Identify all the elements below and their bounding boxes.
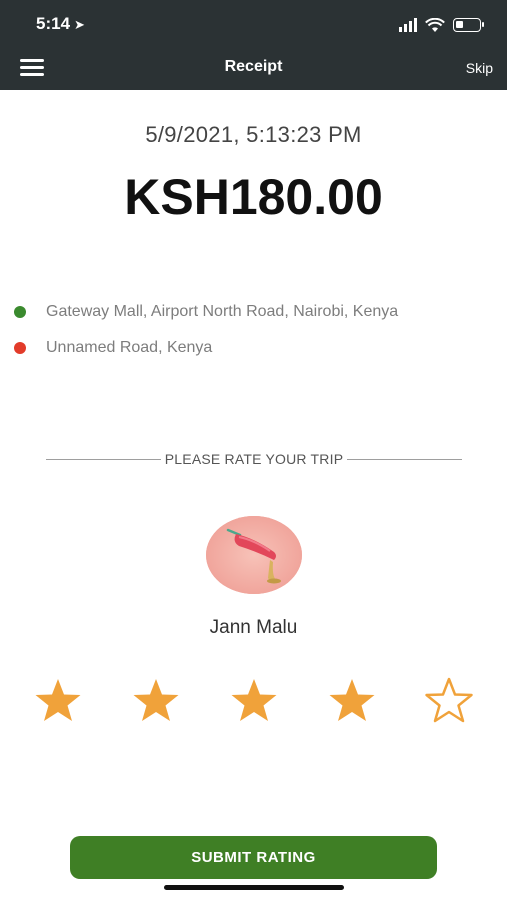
driver-name: Jann Malu: [209, 617, 298, 638]
status-time-text: 5:14: [36, 14, 71, 33]
cellular-signal-icon: [399, 18, 417, 32]
home-indicator: [164, 885, 344, 890]
pickup-dot-icon: [14, 306, 26, 318]
status-bar-time: 5:14 ➤: [36, 14, 85, 34]
star-filled-icon: [133, 679, 179, 721]
wifi-icon: [425, 17, 445, 32]
star-filled-icon: [231, 679, 277, 721]
divider-line-left: [46, 458, 161, 460]
rating-star-3[interactable]: [229, 676, 279, 724]
location-arrow-icon: ➤: [74, 17, 85, 32]
dropoff-dot-icon: [14, 342, 26, 354]
star-filled-icon: [329, 679, 375, 721]
battery-icon: [453, 18, 484, 32]
popsicle-icon: [206, 516, 302, 594]
rate-trip-divider: PLEASE RATE YOUR TRIP: [46, 451, 463, 467]
pickup-location: Gateway Mall, Airport North Road, Nairob…: [14, 303, 398, 321]
fare-amount: KSH180.00: [124, 169, 383, 225]
rating-star-2[interactable]: [131, 676, 181, 724]
rating-star-4[interactable]: [327, 676, 377, 724]
skip-button[interactable]: Skip: [466, 60, 493, 76]
page-title: Receipt: [224, 58, 283, 75]
submit-rating-button[interactable]: SUBMIT RATING: [70, 836, 437, 879]
star-filled-icon: [35, 679, 81, 721]
trip-datetime: 5/9/2021, 5:13:23 PM: [145, 122, 362, 147]
dropoff-location: Unnamed Road, Kenya: [14, 339, 212, 357]
hamburger-menu-icon[interactable]: [20, 59, 44, 76]
pickup-address: Gateway Mall, Airport North Road, Nairob…: [46, 303, 399, 320]
rating-star-1[interactable]: [33, 676, 83, 724]
dropoff-address: Unnamed Road, Kenya: [46, 339, 213, 356]
driver-avatar: [206, 516, 302, 594]
rating-star-5[interactable]: [424, 676, 474, 724]
divider-line-right: [347, 458, 463, 460]
rate-trip-heading: PLEASE RATE YOUR TRIP: [164, 451, 344, 467]
top-bar: 5:14 ➤ Receipt Skip: [0, 0, 507, 90]
status-bar-indicators: [399, 15, 484, 35]
star-outline-icon: [425, 677, 473, 723]
